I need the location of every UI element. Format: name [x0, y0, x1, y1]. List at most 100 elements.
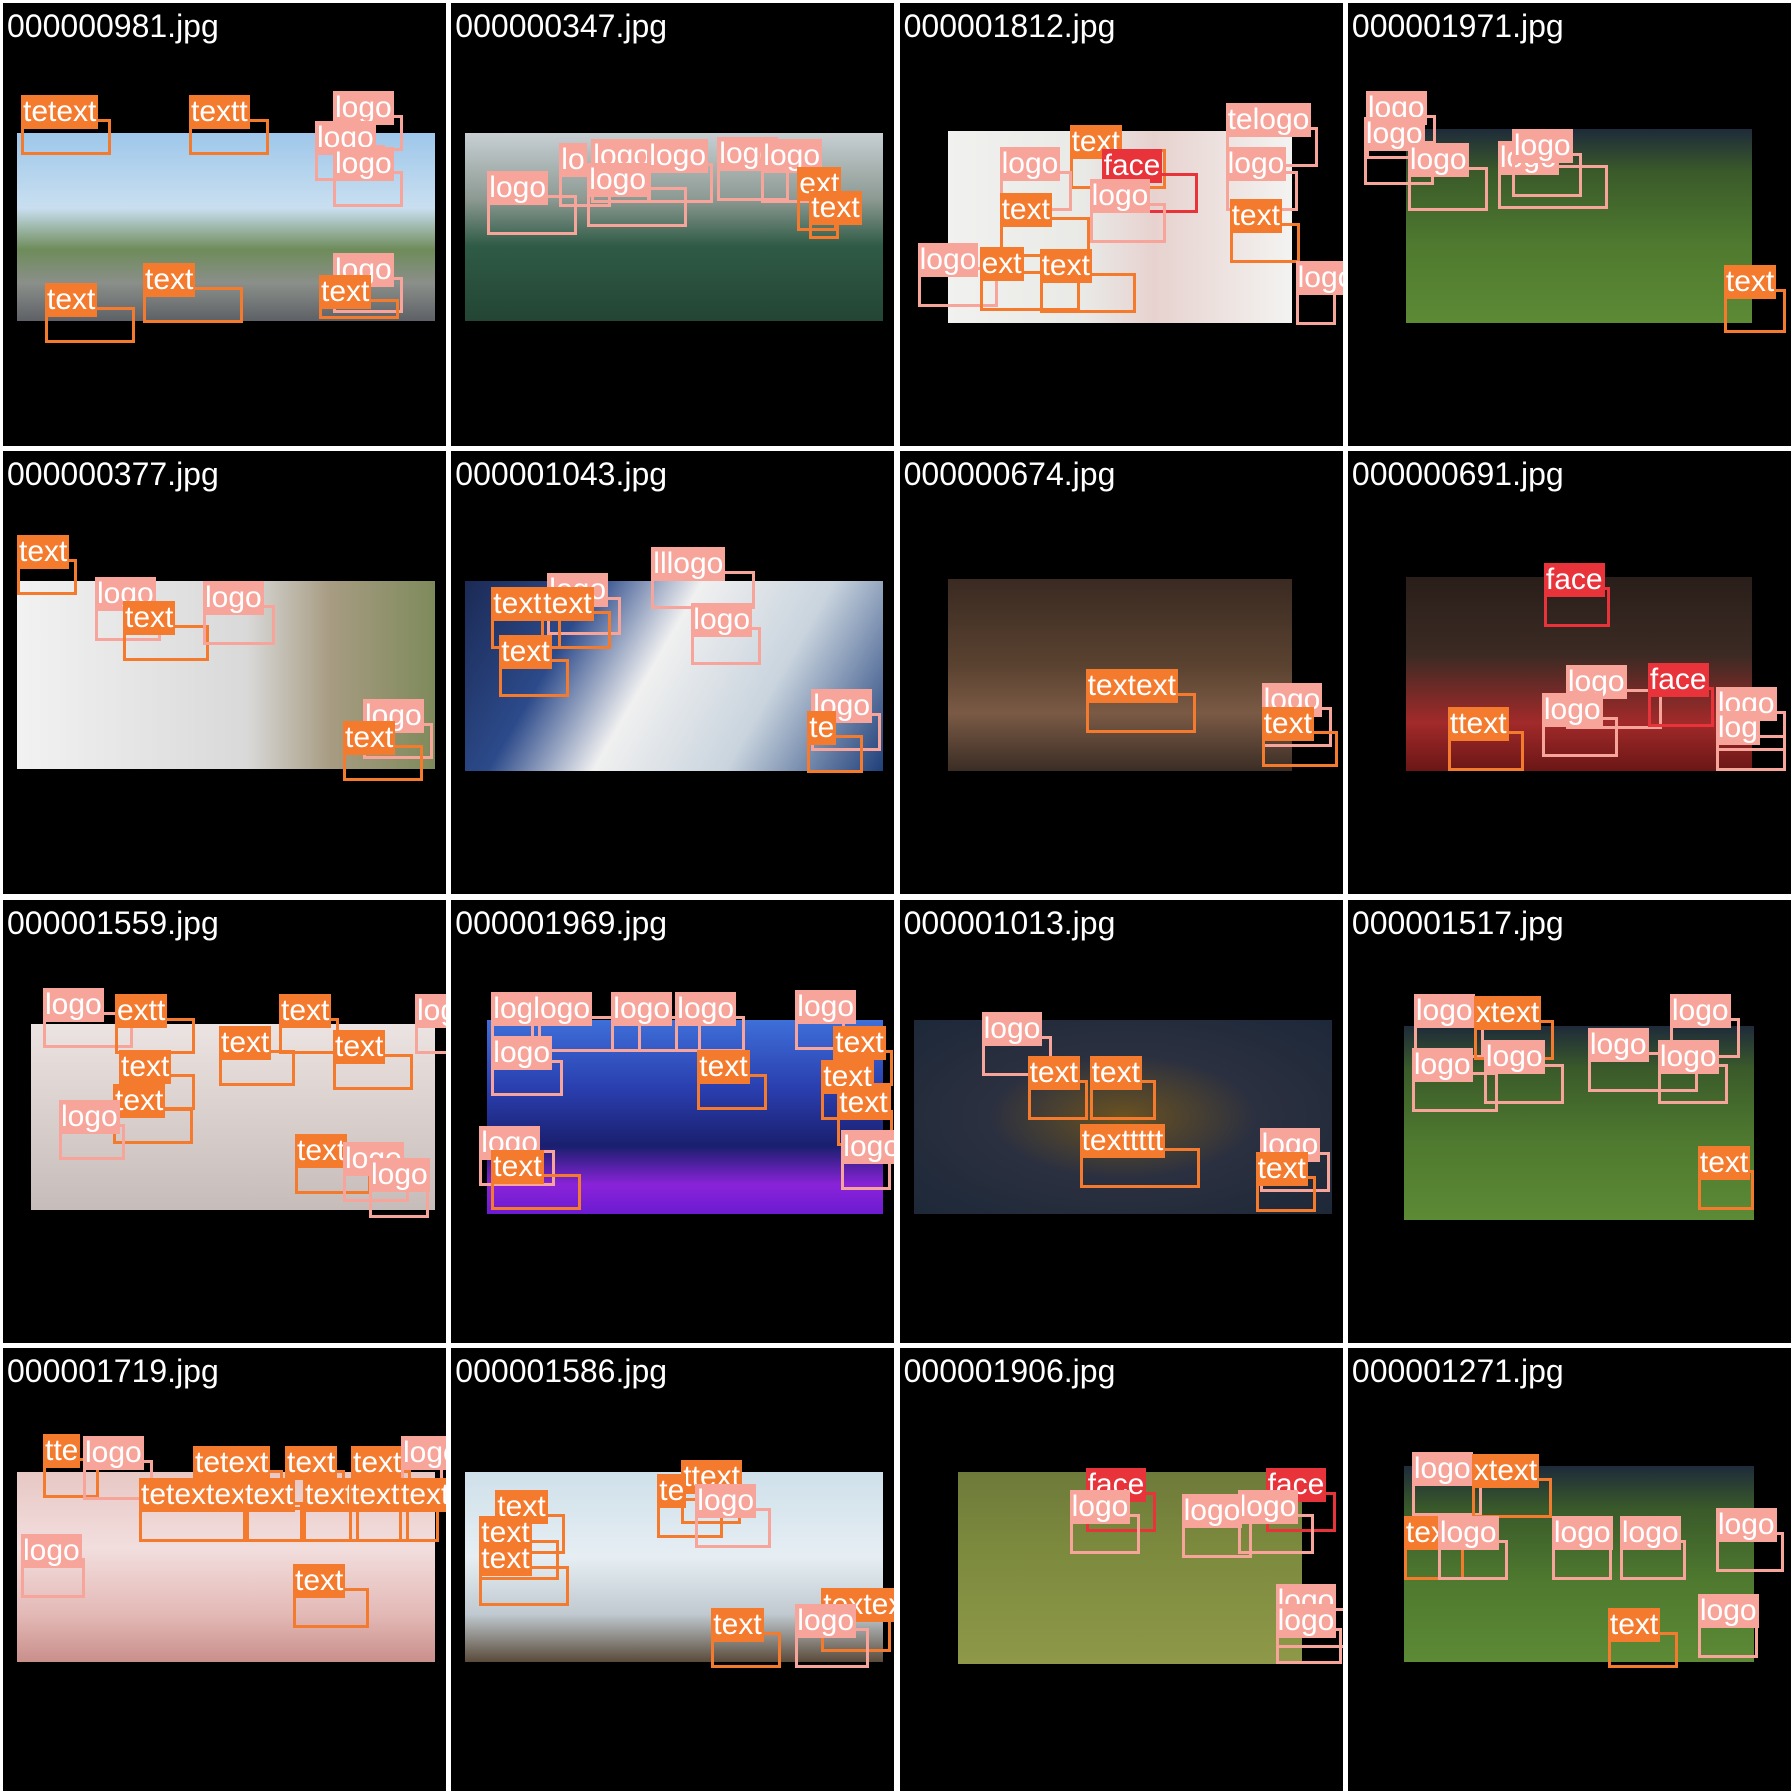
logo-detection-label: logo — [999, 147, 1061, 181]
text-detection-label: text — [1027, 1055, 1080, 1090]
logo-detection-label: logo — [1587, 1027, 1649, 1062]
logo-detection-label: logo — [795, 989, 857, 1024]
logo-detection-label: logo — [1669, 993, 1731, 1028]
logo-detection-label: logo — [675, 991, 737, 1026]
logo-detection-label: logo — [333, 91, 394, 125]
logo-detection-label: logo — [1541, 693, 1603, 728]
logo-detection-label: logo — [1413, 993, 1475, 1028]
text-detection-label: text — [833, 1025, 886, 1060]
text-detection-label: text — [1697, 1145, 1751, 1180]
logo-detection-label: logo — [1089, 179, 1151, 213]
logo-detection-label: logo — [415, 993, 446, 1028]
logo-detection-label: logo — [1511, 129, 1573, 163]
logo-detection-label: logo — [491, 1035, 553, 1070]
logo-detection-label: lllogo — [651, 547, 726, 582]
image-filename: 000001271.jpg — [1351, 1352, 1564, 1389]
image-filename: 000000981.jpg — [7, 8, 219, 44]
text-detection-label: text — [219, 1025, 272, 1060]
text-detection-label: text — [333, 1029, 386, 1064]
text-detection-label: text — [1261, 707, 1314, 742]
image-filename: 000001812.jpg — [903, 8, 1116, 44]
grid-cell: 000001812.jpg text face logo logo telogo logo t… — [899, 3, 1343, 446]
logo-detection-label: logo — [587, 163, 649, 197]
text-detection-label: te — [657, 1473, 687, 1508]
logo-detection-label: logo — [203, 581, 264, 616]
image-filename: 000001719.jpg — [7, 1352, 219, 1389]
text-detection-label: tetext — [21, 95, 99, 129]
logo-detection-label: logo — [1551, 1515, 1613, 1550]
grid-cell: 000000347.jpg lo logo logo logo logo logo logo e… — [451, 3, 895, 446]
text-detection-label: text — [143, 263, 196, 297]
text-detection-label: text — [399, 1477, 446, 1512]
logo-detection-label: logo — [487, 171, 549, 205]
text-detection-label: text — [45, 283, 98, 317]
text-detection-label: text — [1723, 265, 1777, 299]
grid-cell: 000000377.jpg text logo text logo logo text — [3, 451, 446, 895]
text-detection-label: text — [351, 1445, 404, 1480]
grid-cell: 000001043.jpglogolllogotexttextlogotextl… — [451, 451, 895, 895]
text-detection-label: text — [293, 1563, 346, 1598]
logo-detection-label: logo — [369, 1157, 430, 1192]
grid-cell: 000001906.jpg face logo face logo logo logo log… — [899, 1347, 1343, 1791]
text-detection-label: text — [119, 1049, 172, 1084]
logo-detection-label: logo — [981, 1011, 1043, 1046]
logo-detection-label: logo — [1225, 147, 1287, 181]
logo-detection-label: logo — [1657, 1039, 1719, 1074]
text-detection-label: text — [1229, 199, 1282, 233]
text-detection-label: text — [711, 1607, 764, 1642]
logo-detection-label: logo — [841, 1129, 895, 1164]
text-detection-label: extt — [115, 993, 168, 1028]
text-detection-label: text — [697, 1049, 750, 1084]
logo-detection-label: logo — [1697, 1593, 1759, 1628]
text-detection-label: textt — [189, 95, 250, 129]
image-filename: 000000377.jpg — [7, 456, 219, 493]
logo-detection-label: logo — [83, 1435, 144, 1470]
logo-detection-label: logo — [531, 991, 593, 1026]
logo-detection-label: telogo — [1225, 103, 1312, 137]
image-filename: 000000674.jpg — [903, 456, 1116, 493]
logo-detection-label: logo — [691, 603, 753, 638]
grid-cell: 000000674.jpg textext logo text — [899, 451, 1343, 895]
text-detection-label: text — [999, 193, 1052, 227]
logo-detection-label: logo — [1483, 1039, 1545, 1074]
logo-detection-label: logo — [43, 987, 104, 1022]
logo-detection-label: lo — [559, 143, 587, 177]
text-detection-label: text — [285, 1445, 338, 1480]
text-detection-label: textext — [1085, 669, 1178, 704]
logo-detection-label: logo — [611, 991, 673, 1026]
image-filename: 000001971.jpg — [1351, 8, 1564, 44]
grid-cell: 000001971.jpglogologologologologotext — [1347, 3, 1791, 446]
grid-cell: 000001271.jpg logo xtext tex logo logo logo log… — [1347, 1347, 1791, 1791]
text-detection-label: text — [1255, 1151, 1308, 1186]
logo-detection-label: logo — [21, 1533, 82, 1568]
text-detection-label: tetext — [193, 1445, 271, 1480]
image-filename: 000000691.jpg — [1351, 456, 1564, 493]
logo-detection-label: logo — [1181, 1493, 1243, 1528]
text-detection-label: te — [807, 711, 837, 746]
text-detection-label: text — [479, 1541, 532, 1576]
logo-detection-label: logo — [1069, 1489, 1131, 1524]
image-filename: 000001559.jpg — [7, 904, 219, 941]
face-detection-label: face — [1647, 663, 1709, 698]
text-detection-label: text — [1607, 1607, 1661, 1642]
text-detection-label: ext — [979, 247, 1024, 281]
logo-detection-label: logo — [917, 243, 979, 277]
logo-detection-label: logo — [1411, 1451, 1473, 1486]
grid-cell: 000001719.jpgttelogotetexttexttextlogote… — [3, 1347, 446, 1791]
image-filename: 000001013.jpg — [903, 904, 1116, 941]
text-detection-label: text — [491, 587, 544, 622]
grid-cell: 000001013.jpg logo text text texttttt logo tex… — [899, 899, 1343, 1343]
text-detection-label: text — [541, 587, 594, 622]
text-detection-label: text — [809, 191, 862, 225]
text-detection-label: text — [243, 1477, 296, 1512]
text-detection-label: ttext — [1447, 707, 1509, 742]
logo-detection-label: logo — [1275, 1603, 1337, 1638]
detection-results-grid: 000000981.jpg tetext textt logo logo logo text… — [0, 0, 1792, 1792]
text-detection-label: text — [499, 635, 552, 670]
text-detection-label: text — [303, 1477, 356, 1512]
text-detection-label: tetextext — [139, 1477, 257, 1512]
logo-detection-label: logo — [1295, 261, 1343, 295]
logo-detection-label: logo — [795, 1603, 857, 1638]
text-detection-label: text — [295, 1133, 348, 1168]
grid-cell: 000000691.jpg face logo face logo ttext logo lo… — [1347, 451, 1791, 895]
